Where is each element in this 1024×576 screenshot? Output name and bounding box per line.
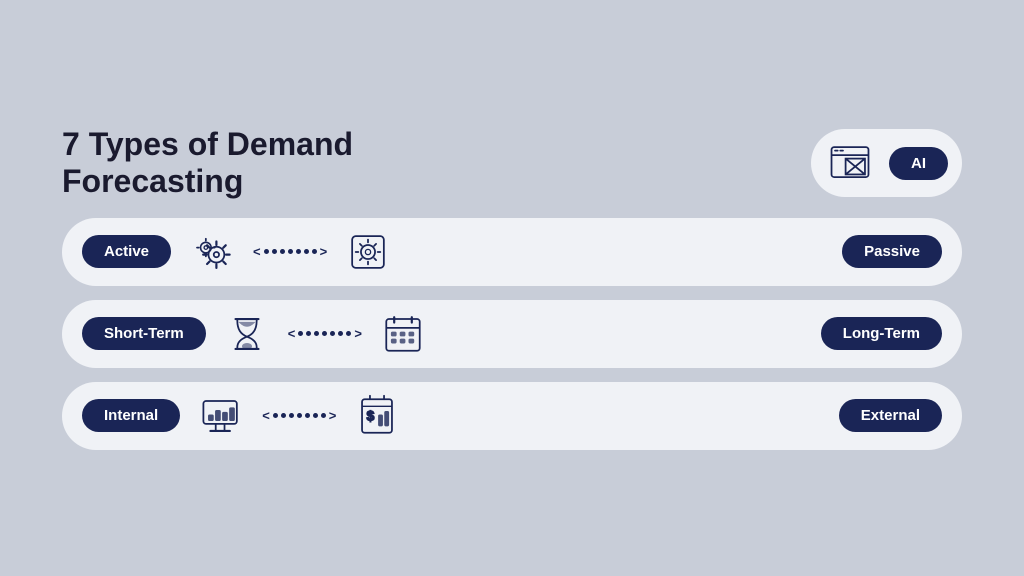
dots-arrow-3: < > [262,408,336,423]
dots-arrow-1: < > [253,244,327,259]
internal-badge: Internal [82,399,180,432]
calendar-icon [378,309,428,359]
external-badge: External [839,399,942,432]
ai-badge: AI [889,147,948,180]
hourglass-icon [222,309,272,359]
title-section: 7 Types of DemandForecasting AI [62,126,962,200]
browser-icon [825,138,875,188]
finance-board-icon: $ [352,391,402,441]
passive-badge: Passive [842,235,942,268]
gears-icon [187,227,237,277]
internal-external-row: Internal < > [62,382,962,450]
active-badge: Active [82,235,171,268]
longterm-badge: Long-Term [821,317,942,350]
shortterm-badge: Short-Term [82,317,206,350]
active-passive-row: Active [62,218,962,286]
main-container: 7 Types of DemandForecasting AI Activ [62,126,962,450]
monitor-chart-icon [196,391,246,441]
page-title: 7 Types of DemandForecasting [62,126,791,200]
shortterm-longterm-row: Short-Term < > [62,300,962,368]
ai-row-pill: AI [811,129,962,197]
gear-box-icon [343,227,393,277]
browser-svg [828,141,872,185]
svg-text:$: $ [367,407,375,423]
dots-arrow-2: < > [288,326,362,341]
